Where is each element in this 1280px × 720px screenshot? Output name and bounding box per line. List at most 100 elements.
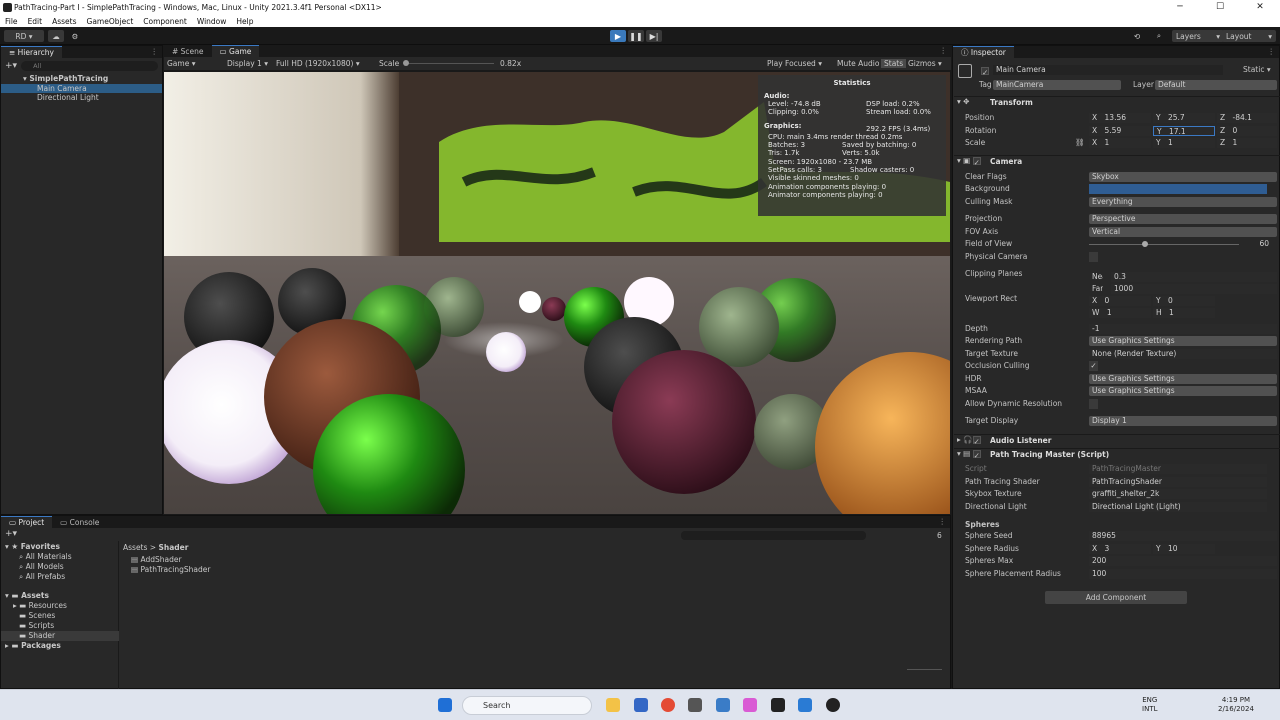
history-icon[interactable]: ⟲ [1128, 30, 1146, 42]
active-checkbox[interactable]: ✓ [981, 66, 989, 77]
panel-menu-icon[interactable]: ⋮ [1268, 47, 1276, 56]
start-icon[interactable] [438, 698, 452, 712]
camera-prop-value[interactable]: Skybox [1089, 172, 1277, 182]
audio-listener-header[interactable]: Audio Listener [954, 434, 1280, 446]
shader-field[interactable]: PathTracingShader [1089, 477, 1267, 487]
camera-prop-value[interactable]: Use Graphics Settings [1089, 386, 1277, 396]
notepad-icon[interactable] [634, 698, 648, 712]
position-y-field[interactable]: Y 25.7 [1153, 113, 1215, 123]
camera-prop-value[interactable] [1089, 399, 1098, 409]
file-addshader[interactable]: ▤ AddShader [131, 555, 182, 565]
search-icon[interactable]: ⌕ [1150, 30, 1168, 42]
fav-all-materials[interactable]: ⌕ All Materials [19, 552, 72, 562]
ptm-header[interactable]: Path Tracing Master (Script) [954, 448, 1280, 460]
fov-slider-handle[interactable] [1142, 241, 1148, 247]
vscode-icon[interactable] [798, 698, 812, 712]
near-field[interactable]: 0.3 [1111, 272, 1277, 282]
add-component-button[interactable]: Add Component [1045, 591, 1187, 604]
menu-assets[interactable]: Assets [52, 17, 76, 26]
far-field[interactable]: 1000 [1111, 284, 1277, 294]
hierarchy-item-main-camera[interactable]: Main Camera [1, 83, 162, 93]
chrome-icon[interactable] [661, 698, 675, 712]
placement-field[interactable]: 100 [1089, 569, 1277, 579]
folder-shader[interactable]: ▬ Shader [1, 631, 119, 641]
rotation-x-field[interactable]: X 5.59 [1089, 126, 1151, 136]
fav-all-prefabs[interactable]: ⌕ All Prefabs [19, 572, 65, 582]
obs-icon[interactable] [826, 698, 840, 712]
resolution-dropdown[interactable]: Full HD (1920x1080) ▾ [276, 59, 360, 68]
tab-scene[interactable]: # Scene [164, 45, 212, 57]
folder-scripts[interactable]: ▬ Scripts [19, 621, 54, 631]
language-indicator[interactable]: ENG INTL [1142, 696, 1157, 714]
menu-component[interactable]: Component [143, 17, 187, 26]
folder-scenes[interactable]: ▬ Scenes [19, 611, 55, 621]
camera-header[interactable]: Camera [954, 155, 1280, 167]
position-x-field[interactable]: X 13.56 [1089, 113, 1151, 123]
tab-project[interactable]: ▭ Project [1, 516, 53, 528]
project-search-input[interactable] [681, 531, 866, 540]
play-mode-dropdown[interactable]: Play Focused ▾ [767, 59, 822, 68]
create-icon[interactable]: +▾ [5, 529, 17, 540]
tab-hierarchy[interactable]: ≡ Hierarchy [1, 46, 62, 58]
menu-window[interactable]: Window [197, 17, 227, 26]
camera-prop-value[interactable] [1089, 252, 1098, 262]
game-viewport[interactable]: Statistics Audio: Level: -74.8 dB DSP loa… [164, 72, 950, 514]
display-dropdown[interactable]: Display 1 ▾ [227, 59, 268, 68]
camera-prop-value[interactable]: None (Render Texture) [1089, 349, 1277, 359]
folder-resources[interactable]: ▸ ▬ Resources [13, 601, 67, 611]
cloud-icon[interactable]: ☁ [48, 30, 64, 42]
scale-slider-handle[interactable] [403, 60, 409, 66]
panel-menu-icon[interactable]: ⋮ [151, 47, 159, 56]
camera-prop-value[interactable] [1089, 184, 1267, 194]
collab-icon[interactable]: ⚙ [68, 30, 82, 42]
max-field[interactable]: 200 [1089, 556, 1277, 566]
taskbar-search[interactable]: Search [462, 696, 592, 715]
mute-audio-button[interactable]: Mute Audio [837, 59, 879, 68]
fov-slider[interactable] [1089, 244, 1239, 245]
step-button[interactable]: ▶| [646, 30, 662, 42]
layers-dropdown[interactable]: Layers ▾ [1172, 30, 1224, 42]
breadcrumb-shader[interactable]: Shader [158, 543, 188, 552]
account-button[interactable]: RD ▾ [4, 30, 44, 42]
static-toggle[interactable]: Static ▾ [1243, 65, 1271, 75]
tab-inspector[interactable]: ⓘ Inspector [953, 46, 1014, 58]
maximize-button[interactable]: ☐ [1200, 0, 1240, 15]
light-field[interactable]: Directional Light (Light) [1089, 502, 1267, 512]
position-z-field[interactable]: Z -84.1 [1217, 113, 1277, 123]
paint-icon[interactable] [743, 698, 757, 712]
file-pathtracingshader[interactable]: ▤ PathTracingShader [131, 565, 210, 575]
snip-icon[interactable] [716, 698, 730, 712]
scale-x-field[interactable]: X 1 [1089, 138, 1151, 148]
scale-slider[interactable] [404, 63, 494, 64]
hierarchy-item-directional-light[interactable]: Directional Light [1, 93, 162, 103]
add-icon[interactable]: +▾ [1, 61, 17, 71]
radius-x-field[interactable]: X 3 [1089, 544, 1151, 554]
layout-dropdown[interactable]: Layout ▾ [1222, 30, 1276, 42]
layer-dropdown[interactable]: Default [1155, 80, 1277, 90]
camera-prop-value[interactable]: Vertical [1089, 227, 1277, 237]
stats-button[interactable]: Stats [881, 59, 907, 68]
scene-root[interactable]: ▾ SimplePathTracing [1, 74, 162, 84]
minimize-button[interactable]: ─ [1160, 0, 1200, 15]
seed-field[interactable]: 88965 [1089, 531, 1277, 541]
rotation-y-field[interactable]: Y 17.1 [1153, 126, 1215, 136]
panel-menu-icon[interactable]: ⋮ [939, 517, 947, 526]
viewport-y-field[interactable]: Y 0 [1153, 296, 1215, 306]
packages-node[interactable]: ▸ ▬ Packages [5, 641, 61, 651]
game-view-dropdown[interactable]: Game ▾ [167, 59, 195, 68]
scale-z-field[interactable]: Z 1 [1217, 138, 1277, 148]
favorites-node[interactable]: ▾ ★ Favorites [5, 542, 60, 552]
radius-y-field[interactable]: Y 10 [1153, 544, 1215, 554]
viewport-x-field[interactable]: X 0 [1089, 296, 1151, 306]
skybox-field[interactable]: graffiti_shelter_2k [1089, 489, 1267, 499]
menu-file[interactable]: File [5, 17, 18, 26]
camera-prop-value[interactable]: Perspective [1089, 214, 1277, 224]
hierarchy-search-input[interactable]: All [21, 61, 158, 71]
transform-header[interactable]: Transform [954, 96, 1280, 108]
camera-prop-value[interactable]: ✓ [1089, 361, 1098, 371]
close-button[interactable]: ✕ [1240, 0, 1280, 15]
camera-prop-value[interactable]: Use Graphics Settings [1089, 336, 1277, 346]
menu-gameobject[interactable]: GameObject [87, 17, 134, 26]
viewport-w-field[interactable]: W 1 [1089, 308, 1151, 318]
link-icon[interactable]: ⛓ [1075, 138, 1085, 148]
